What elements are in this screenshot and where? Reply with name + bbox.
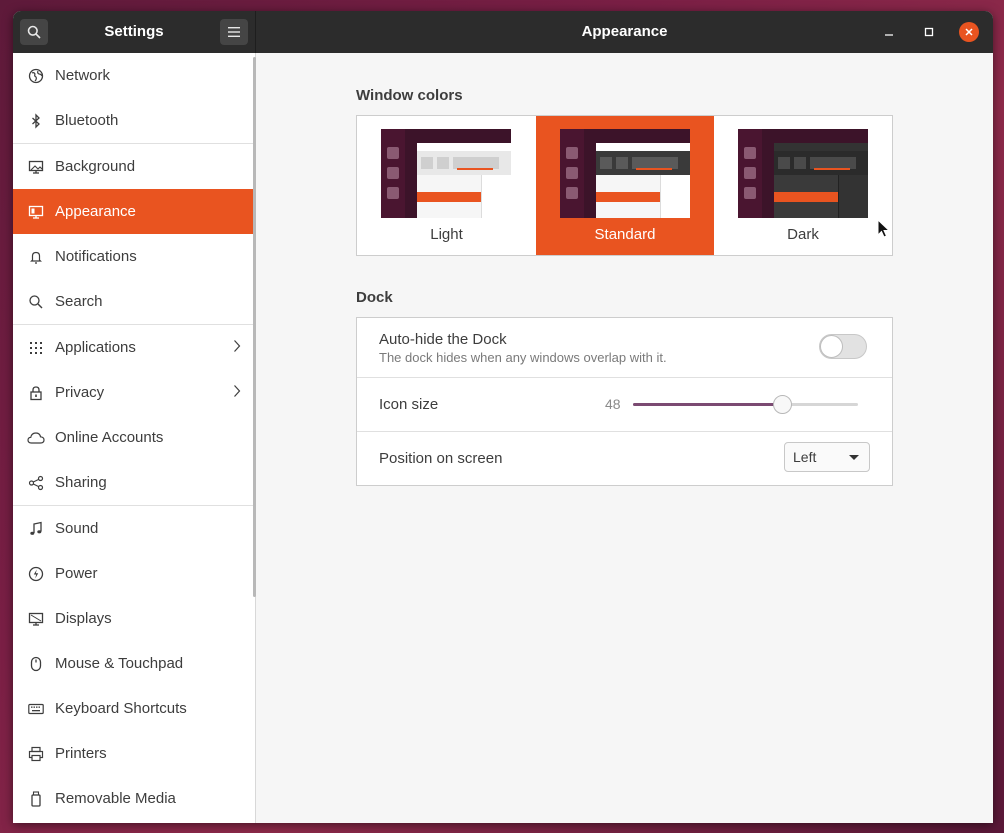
music-note-icon xyxy=(26,519,46,539)
cloud-icon xyxy=(26,428,46,448)
light-theme-preview xyxy=(381,129,511,218)
window-color-dark[interactable]: Dark xyxy=(714,116,892,255)
sidebar-item-label: Mouse & Touchpad xyxy=(55,655,184,672)
autohide-toggle[interactable] xyxy=(819,334,867,359)
autohide-subtitle: The dock hides when any windows overlap … xyxy=(379,350,667,365)
chevron-right-icon xyxy=(234,385,241,397)
search-icon xyxy=(26,292,46,312)
sidebar-item-printers[interactable]: Printers xyxy=(13,731,255,776)
icon-size-slider[interactable] xyxy=(633,395,858,414)
titlebar: Settings Appearance xyxy=(13,11,993,53)
slider-fill xyxy=(633,403,782,406)
close-icon xyxy=(965,28,973,36)
sidebar-item-applications[interactable]: Applications xyxy=(13,325,255,370)
window-color-label: Light xyxy=(430,226,463,243)
sidebar-item-sound[interactable]: Sound xyxy=(13,506,255,551)
sidebar-item-label: Privacy xyxy=(55,384,105,401)
sidebar-item-bluetooth[interactable]: Bluetooth xyxy=(13,98,255,143)
minimize-icon xyxy=(885,34,893,36)
icon-size-value: 48 xyxy=(605,396,621,412)
maximize-button[interactable] xyxy=(919,22,939,42)
standard-theme-preview xyxy=(560,129,690,218)
sidebar-item-privacy[interactable]: Privacy xyxy=(13,370,255,415)
dropdown-arrow-icon xyxy=(849,455,859,460)
toggle-knob xyxy=(820,335,843,358)
mouse-icon xyxy=(26,654,46,674)
settings-window: Settings Appearance Network Bluetooth Ba… xyxy=(13,11,993,823)
sidebar-item-power[interactable]: Power xyxy=(13,551,255,596)
chevron-right-icon xyxy=(234,340,241,352)
sidebar-item-label: Applications xyxy=(55,339,136,356)
window-colors-chooser: Light Standard Dark xyxy=(356,115,893,256)
bluetooth-icon xyxy=(26,111,46,131)
minimize-button[interactable] xyxy=(879,22,899,42)
apps-grid-icon xyxy=(26,338,46,358)
sidebar-item-label: Search xyxy=(55,293,103,310)
sidebar-item-label: Power xyxy=(55,565,98,582)
network-icon xyxy=(26,66,46,86)
settings-title: Settings xyxy=(104,23,164,40)
sidebar-item-label: Sound xyxy=(55,520,99,537)
sidebar-item-displays[interactable]: Displays xyxy=(13,596,255,641)
sidebar-item-background[interactable]: Background xyxy=(13,144,255,189)
background-icon xyxy=(26,157,46,177)
sidebar-item-network[interactable]: Network xyxy=(13,53,255,98)
appearance-icon xyxy=(26,202,46,222)
window-color-standard[interactable]: Standard xyxy=(536,116,714,255)
autohide-row[interactable]: Auto-hide the Dock The dock hides when a… xyxy=(357,318,892,377)
sidebar-item-notifications[interactable]: Notifications xyxy=(13,234,255,279)
sidebar-item-appearance[interactable]: Appearance xyxy=(13,189,255,234)
share-icon xyxy=(26,473,46,493)
dock-heading: Dock xyxy=(356,289,393,306)
printer-icon xyxy=(26,744,46,764)
sidebar-item-label: Sharing xyxy=(55,474,107,491)
bell-icon xyxy=(26,247,46,267)
hamburger-icon xyxy=(228,27,240,37)
usb-drive-icon xyxy=(26,789,46,809)
sidebar-item-mouse-touchpad[interactable]: Mouse & Touchpad xyxy=(13,641,255,686)
sidebar-item-search[interactable]: Search xyxy=(13,279,255,324)
position-title: Position on screen xyxy=(379,450,503,467)
window-color-label: Dark xyxy=(787,226,819,243)
sidebar-item-removable-media[interactable]: Removable Media xyxy=(13,776,255,821)
sidebar-item-label: Removable Media xyxy=(55,790,176,807)
dark-theme-preview xyxy=(738,129,868,218)
power-icon xyxy=(26,564,46,584)
sidebar-item-label: Online Accounts xyxy=(55,429,164,446)
sidebar-item-sharing[interactable]: Sharing xyxy=(13,460,255,505)
display-icon xyxy=(26,609,46,629)
sidebar-item-label: Appearance xyxy=(55,203,136,220)
keyboard-icon xyxy=(26,699,46,719)
sidebar-item-label: Keyboard Shortcuts xyxy=(55,700,187,717)
position-dropdown[interactable]: Left xyxy=(784,442,870,472)
sidebar-item-label: Printers xyxy=(55,745,107,762)
position-dropdown-value: Left xyxy=(793,449,817,465)
mouse-pointer-icon xyxy=(877,219,891,238)
sidebar-item-label: Notifications xyxy=(55,248,137,265)
sidebar-item-label: Network xyxy=(55,67,111,84)
autohide-title: Auto-hide the Dock xyxy=(379,331,507,348)
icon-size-row: Icon size 48 xyxy=(357,378,892,431)
lock-icon xyxy=(26,383,46,403)
sidebar-item-label: Displays xyxy=(55,610,112,627)
maximize-icon xyxy=(924,27,934,37)
menu-button[interactable] xyxy=(220,19,248,45)
close-button[interactable] xyxy=(959,22,979,42)
window-colors-heading: Window colors xyxy=(356,87,463,104)
sidebar-item-label: Bluetooth xyxy=(55,112,119,129)
position-row: Position on screen Left xyxy=(357,432,892,485)
dock-settings-list: Auto-hide the Dock The dock hides when a… xyxy=(356,317,893,486)
window-color-label: Standard xyxy=(594,226,656,243)
sidebar: Network Bluetooth Background Appearance … xyxy=(13,53,256,823)
sidebar-item-keyboard-shortcuts[interactable]: Keyboard Shortcuts xyxy=(13,686,255,731)
window-color-light[interactable]: Light xyxy=(357,116,536,255)
slider-handle[interactable] xyxy=(772,395,792,414)
icon-size-title: Icon size xyxy=(379,396,439,413)
appearance-panel: Window colors Light Standard Dark Dock A… xyxy=(256,53,993,823)
sidebar-item-online-accounts[interactable]: Online Accounts xyxy=(13,415,255,460)
sidebar-item-label: Background xyxy=(55,158,136,175)
